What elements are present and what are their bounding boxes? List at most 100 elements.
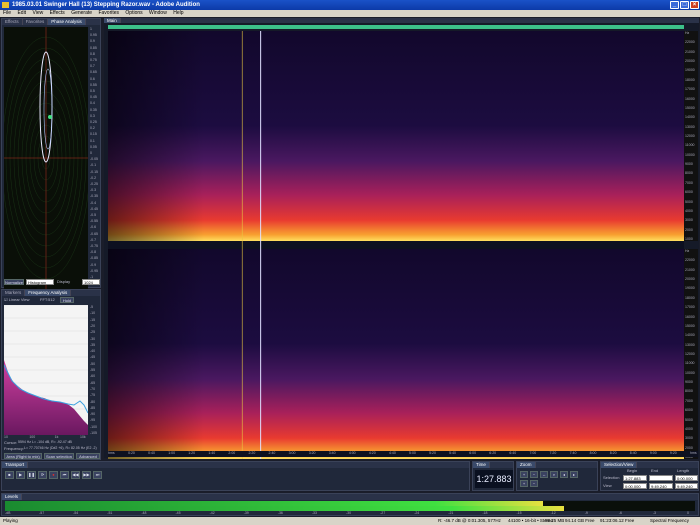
time-ruler-tick: 8:20	[609, 451, 617, 455]
display-select[interactable]: 1024	[82, 279, 100, 285]
freq-ruler-bottom-tick: 11000	[685, 361, 695, 366]
levels-scale-tick: -6	[618, 511, 622, 515]
phase-scale-tick: 0.35	[90, 107, 97, 112]
zoom-left-icon[interactable]: ◂	[560, 471, 568, 478]
view-end-field[interactable]: 9:49.240	[649, 483, 673, 489]
play-button[interactable]: ▶	[16, 471, 25, 479]
phase-scale-tick: 0.6	[90, 76, 95, 81]
phase-scale-tick: -0.2	[90, 175, 97, 180]
freq-y-tick: -105	[90, 431, 98, 435]
close-button[interactable]: ×	[690, 1, 699, 9]
maximize-button[interactable]: □	[680, 1, 689, 9]
phase-scale-tick: 0.2	[90, 126, 95, 131]
freq-y-tick: -80	[90, 399, 96, 404]
menu-view[interactable]: View	[32, 10, 43, 16]
tab-markers[interactable]: Markers	[2, 290, 26, 296]
menu-file[interactable]: File	[3, 10, 11, 16]
zoom-out-h-icon[interactable]: −	[530, 471, 538, 478]
zoom-full-icon[interactable]: ↔	[540, 471, 548, 478]
zoom-right-icon[interactable]: ▸	[570, 471, 578, 478]
freq-tabs: Markers Frequency Analysis	[2, 290, 100, 296]
freq-ruler-top-tick: 10000	[685, 152, 695, 157]
phase-scale-tick: -0.75	[90, 244, 98, 248]
zoom-vertical-controls: + −	[520, 480, 538, 487]
menu-help[interactable]: Help	[173, 10, 183, 16]
frequency-label: Frequency:	[4, 446, 25, 451]
menu-window[interactable]: Window	[149, 10, 167, 16]
selection-begin-field[interactable]: 1:27.883	[623, 475, 647, 481]
menu-options[interactable]: Options	[125, 10, 142, 16]
zoom-in-v-icon[interactable]: +	[520, 480, 528, 487]
hold-button[interactable]: Hold	[60, 297, 74, 303]
time-ruler-tick: 7:00	[529, 451, 537, 455]
fft-value[interactable]: 512	[48, 297, 55, 302]
tab-frequency-analysis[interactable]: Frequency Analysis	[25, 290, 72, 296]
freq-ruler-top-tick: 12000	[685, 134, 695, 138]
freq-ruler-top-tick: 5000	[685, 199, 693, 204]
stop-button[interactable]: ■	[5, 471, 14, 479]
phase-scale-tick: -0.5	[90, 213, 97, 217]
menu-favorites[interactable]: Favorites	[98, 10, 119, 16]
phase-scale-tick: 0.95	[90, 33, 97, 38]
normalize-button[interactable]: Normalize	[4, 279, 24, 285]
tab-main[interactable]: Main	[104, 18, 121, 23]
freq-ruler-bottom-tick: 7000	[685, 398, 693, 403]
go-start-button[interactable]: ⏮	[60, 471, 69, 479]
phase-scale-tick: 0.8	[90, 51, 95, 56]
phase-scale-tick: 0.55	[90, 82, 97, 87]
advanced-button[interactable]: Advanced	[76, 453, 100, 459]
rewind-button[interactable]: ◀◀	[71, 471, 80, 479]
freq-ruler-top-tick: 15000	[685, 105, 695, 110]
freq-ruler-top-tick: 19000	[685, 68, 695, 73]
phase-scale-tick: 0.7	[90, 64, 95, 69]
phase-scale-tick: -0.55	[90, 219, 98, 224]
tab-phase-analysis[interactable]: Phase Analysis	[48, 19, 86, 25]
linear-view-checkbox[interactable]: ☑ Linear View	[4, 297, 30, 302]
levels-scale-tick: -48	[141, 511, 147, 515]
time-panel: Time 1:27.883	[472, 461, 514, 491]
record-button[interactable]: ●	[49, 471, 58, 479]
minimize-button[interactable]: _	[670, 1, 679, 9]
menu-generate[interactable]: Generate	[71, 10, 92, 16]
go-end-button[interactable]: ⏭	[93, 471, 102, 479]
spectrogram[interactable]	[108, 31, 684, 461]
phase-scale-tick: 0.45	[90, 95, 97, 100]
phase-scale-tick: -0.25	[90, 182, 98, 186]
freq-ruler-bottom-tick: 18000	[685, 295, 695, 300]
phase-scale-tick: 0.75	[90, 58, 97, 62]
frequency-value: L= 77.70746 Hz (D#2 +6), R= 82.05 Hz (E2…	[24, 446, 97, 450]
zoom-in-h-icon[interactable]: +	[520, 471, 528, 478]
menu-effects[interactable]: Effects	[50, 10, 65, 16]
view-length-field[interactable]: 9:49.240	[675, 483, 698, 489]
area-button[interactable]: Area (Right to mix)	[4, 453, 42, 459]
freq-ruler-top-tick: Hz	[685, 31, 690, 35]
levels-scale-tick: -45	[175, 511, 181, 515]
zoom-out-v-icon[interactable]: −	[530, 480, 538, 487]
menu-edit[interactable]: Edit	[17, 10, 26, 16]
tab-effects[interactable]: Effects	[2, 19, 23, 25]
selection-length-field[interactable]: 0:00.000	[675, 475, 698, 481]
horizontal-scroll-bar[interactable]	[108, 25, 684, 29]
scan-selection-button[interactable]: Scan selection	[44, 453, 74, 459]
phase-mode-select[interactable]: Histogram (Log)	[26, 279, 54, 290]
freq-ruler-top-tick: 18000	[685, 77, 695, 82]
time-ruler-tick: 0:20	[128, 451, 135, 455]
freq-y-tick: -15	[90, 317, 96, 322]
time-ruler-tick: 6:20	[489, 451, 497, 455]
time-ruler-tick: 5:00	[409, 451, 416, 455]
time-ruler-tick: 7:40	[569, 451, 577, 455]
freq-ruler-bottom-tick: 9000	[685, 380, 693, 385]
forward-button[interactable]: ▶▶	[82, 471, 91, 479]
view-begin-field[interactable]: 0:00.000	[623, 483, 647, 489]
zoom-title: Zoom	[517, 462, 536, 468]
play-loop-button[interactable]: ⟳	[38, 471, 47, 479]
pause-button[interactable]: ❚❚	[27, 471, 36, 479]
phase-scale-tick: -0.95	[90, 268, 98, 273]
zoom-selection-icon[interactable]: ⌕	[550, 471, 558, 478]
time-ruler-tick: hms	[690, 451, 697, 455]
phase-scale-tick: -0.05	[90, 157, 98, 162]
tab-favorites[interactable]: Favorites	[23, 19, 49, 25]
freq-ruler-bottom-tick: 20000	[685, 277, 695, 282]
freq-ruler-bottom-tick: 12000	[685, 352, 695, 356]
selection-end-field[interactable]	[649, 475, 673, 481]
